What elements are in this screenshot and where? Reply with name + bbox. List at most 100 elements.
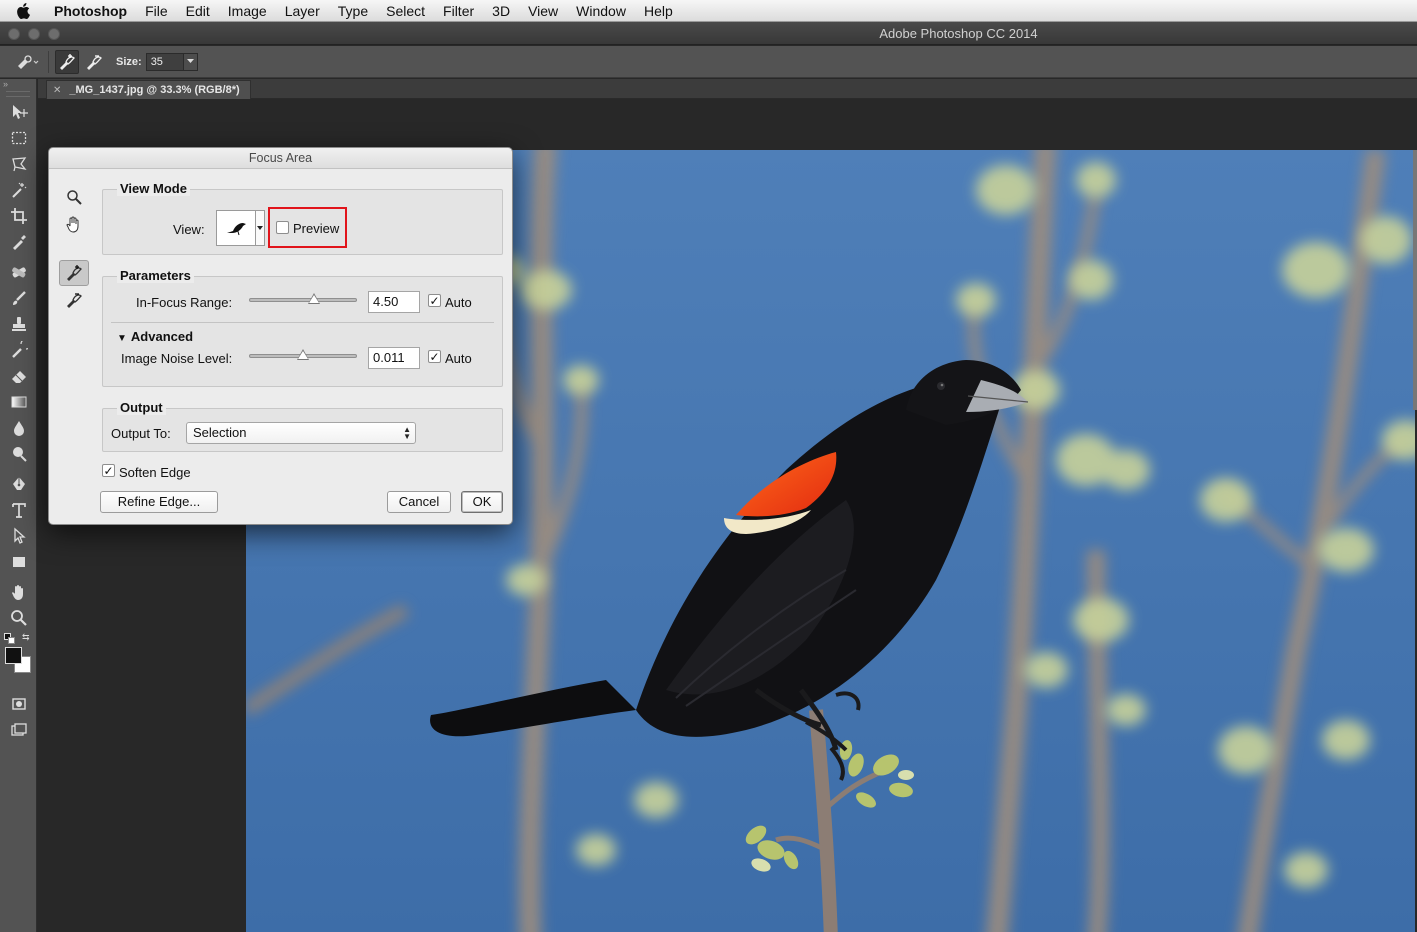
- cancel-button[interactable]: Cancel: [387, 491, 451, 513]
- tool-zoom[interactable]: [0, 605, 37, 631]
- in-focus-range-slider[interactable]: [249, 293, 357, 304]
- healing-brush-icon: [11, 267, 26, 278]
- foreground-color-swatch[interactable]: [5, 647, 22, 664]
- noise-auto-checkbox[interactable]: ✓: [428, 350, 441, 363]
- noise-level-slider-thumb[interactable]: [297, 349, 309, 360]
- dialog-subtract-focus-brush[interactable]: [59, 287, 89, 313]
- tool-clone-stamp[interactable]: [0, 311, 37, 337]
- close-window-button[interactable]: [8, 28, 20, 40]
- ok-button[interactable]: OK: [461, 491, 503, 513]
- tool-gradient[interactable]: [0, 389, 37, 415]
- tool-pen[interactable]: [0, 471, 37, 497]
- tool-brush[interactable]: [0, 285, 37, 311]
- noise-level-label: Image Noise Level:: [121, 351, 233, 366]
- subtract-from-focus-area-button[interactable]: [82, 50, 106, 74]
- in-focus-range-label: In-Focus Range:: [136, 295, 233, 310]
- menu-file[interactable]: File: [136, 3, 177, 19]
- minimize-window-button[interactable]: [28, 28, 40, 40]
- advanced-label: Advanced: [130, 329, 194, 344]
- zoom-icon: [10, 610, 27, 626]
- preview-checkbox[interactable]: [276, 221, 289, 234]
- panel-collapse-icon[interactable]: »: [0, 79, 36, 89]
- menu-filter[interactable]: Filter: [434, 3, 483, 19]
- tool-magic-wand[interactable]: [0, 177, 37, 203]
- output-to-select[interactable]: Selection ▲ ▼: [186, 422, 416, 444]
- default-colors-icon[interactable]: [4, 633, 16, 645]
- rectangle-shape-icon: [12, 557, 25, 567]
- tool-crop[interactable]: [0, 203, 37, 229]
- tool-marquee[interactable]: [0, 125, 37, 151]
- tool-hand[interactable]: [0, 579, 37, 605]
- tool-quick-mask[interactable]: [0, 691, 37, 717]
- noise-auto-label: Auto: [445, 351, 472, 366]
- dialog-tools-gap: [59, 238, 95, 260]
- magic-wand-icon: [11, 182, 26, 198]
- bird-silhouette-icon: [227, 223, 246, 236]
- tool-path-selection[interactable]: [0, 523, 37, 549]
- menu-image[interactable]: Image: [219, 3, 276, 19]
- menu-window[interactable]: Window: [567, 3, 635, 19]
- add-brush-icon: [60, 53, 75, 70]
- history-brush-icon: [11, 341, 28, 358]
- tool-eraser[interactable]: [0, 363, 37, 389]
- menu-bar: Photoshop File Edit Image Layer Type Sel…: [0, 0, 1417, 22]
- tool-lasso[interactable]: [0, 151, 37, 177]
- view-mode-thumbnail[interactable]: [216, 210, 256, 246]
- type-icon: [11, 503, 26, 518]
- tool-screen-mode[interactable]: [0, 717, 37, 743]
- menu-help[interactable]: Help: [635, 3, 682, 19]
- tool-preset-picker[interactable]: [14, 49, 42, 75]
- tool-blur[interactable]: [0, 415, 37, 441]
- soften-edge-checkbox[interactable]: ✓: [102, 464, 115, 477]
- tool-healing-brush[interactable]: [0, 259, 37, 285]
- in-focus-range-slider-thumb[interactable]: [307, 293, 320, 304]
- size-dropdown-arrow[interactable]: [182, 53, 197, 70]
- refine-edge-button[interactable]: Refine Edge...: [100, 491, 218, 513]
- window-title: Adobe Photoshop CC 2014: [879, 26, 1038, 41]
- document-tab[interactable]: ✕ _MG_1437.jpg @ 33.3% (RGB/8*): [46, 80, 251, 99]
- parameters-title: Parameters: [117, 268, 194, 283]
- view-mode-title: View Mode: [117, 181, 190, 196]
- noise-level-slider[interactable]: [249, 349, 357, 360]
- dialog-hand-tool[interactable]: [59, 211, 89, 237]
- output-to-value: Selection: [193, 425, 247, 440]
- apple-icon[interactable]: [16, 0, 38, 22]
- brush-size-field[interactable]: 35: [145, 52, 198, 71]
- window-controls: [8, 28, 60, 40]
- brush-size-value: 35: [150, 55, 163, 68]
- noise-level-field[interactable]: 0.011: [368, 347, 420, 369]
- advanced-toggle[interactable]: ▼ Advanced: [117, 329, 193, 344]
- view-mode-dropdown[interactable]: [256, 210, 265, 246]
- in-focus-range-field[interactable]: 4.50: [368, 291, 420, 313]
- swap-colors-icon[interactable]: ⇆: [22, 632, 30, 643]
- dialog-zoom-tool[interactable]: [59, 184, 89, 210]
- dialog-add-focus-brush[interactable]: [59, 260, 89, 286]
- canvas-scrollbar[interactable]: [1413, 150, 1417, 410]
- tool-eyedropper[interactable]: [0, 229, 37, 255]
- menu-3d[interactable]: 3D: [483, 3, 519, 19]
- tool-move[interactable]: [0, 99, 37, 125]
- color-swatches: ⇆: [0, 631, 36, 691]
- output-title: Output: [117, 400, 166, 415]
- menu-photoshop[interactable]: Photoshop: [52, 3, 136, 19]
- menu-layer[interactable]: Layer: [276, 3, 329, 19]
- hand-icon: [11, 585, 23, 600]
- tool-rectangle[interactable]: [0, 549, 37, 575]
- panel-grip[interactable]: [6, 91, 30, 97]
- zoom-window-button[interactable]: [48, 28, 60, 40]
- menu-type[interactable]: Type: [329, 3, 377, 19]
- add-to-focus-area-button[interactable]: [55, 49, 79, 74]
- focus-brush-icon: [18, 54, 39, 69]
- menu-view[interactable]: View: [519, 3, 567, 19]
- soften-edge-label: Soften Edge: [119, 465, 191, 480]
- menu-edit[interactable]: Edit: [177, 3, 219, 19]
- in-focus-auto-checkbox[interactable]: ✓: [428, 294, 441, 307]
- size-label: Size:: [116, 55, 142, 68]
- close-tab-icon[interactable]: ✕: [53, 85, 61, 96]
- tool-history-brush[interactable]: [0, 337, 37, 363]
- tool-type[interactable]: [0, 497, 37, 523]
- tool-dodge[interactable]: [0, 441, 37, 467]
- parameters-divider: [111, 322, 494, 323]
- menu-select[interactable]: Select: [377, 3, 434, 19]
- move-icon: [12, 105, 28, 119]
